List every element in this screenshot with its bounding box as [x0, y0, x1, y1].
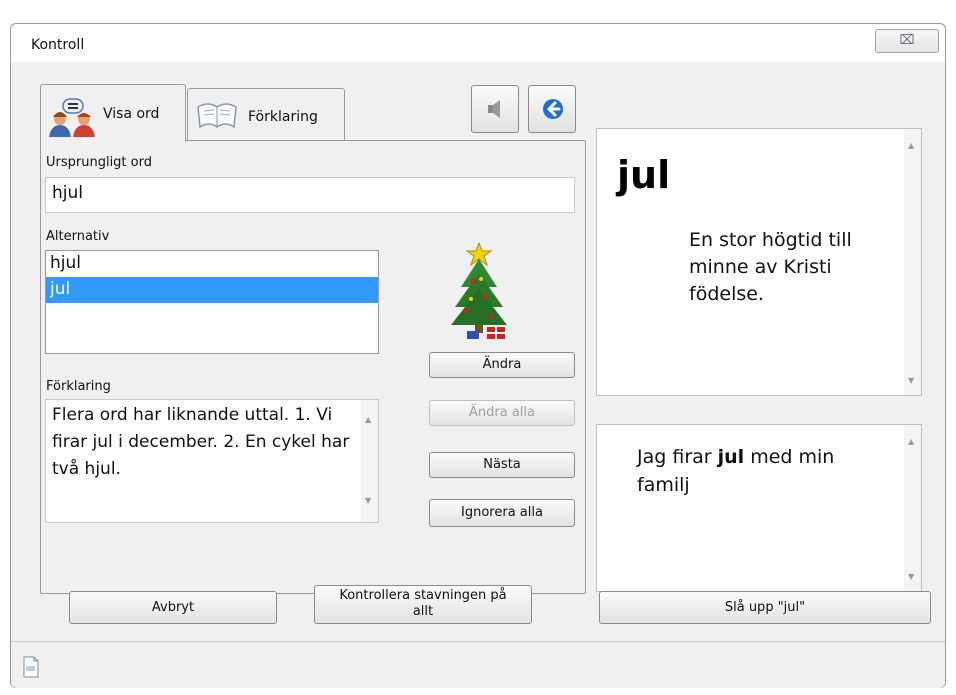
kontrollera-label-line1: Kontrollera stavningen på: [339, 588, 507, 603]
original-word-field[interactable]: hjul: [45, 177, 575, 213]
visa-ord-panel: Ursprungligt ord hjul Alternativ hjul ju…: [40, 140, 586, 594]
tab-forklaring[interactable]: Förklaring: [187, 88, 345, 140]
example-sentence: Jag firar jul med min familj: [637, 443, 887, 499]
definition-word: jul: [617, 153, 671, 197]
andra-button[interactable]: Ändra: [429, 352, 575, 378]
alternatives-list[interactable]: hjul jul: [45, 250, 379, 354]
explanation-scrollbar[interactable]: ▲ ▼: [361, 400, 378, 522]
kontrollera-label-line2: allt: [412, 604, 434, 619]
people-talking-icon: [49, 98, 95, 137]
scroll-up-icon[interactable]: ▲: [365, 406, 371, 433]
scroll-up-icon[interactable]: ▲: [908, 141, 914, 150]
definition-scrollbar[interactable]: ▲ ▼: [904, 129, 921, 395]
close-button[interactable]: ⌧: [875, 29, 939, 53]
scroll-down-icon[interactable]: ▼: [365, 487, 371, 514]
scroll-up-icon[interactable]: ▲: [908, 437, 914, 446]
scroll-down-icon[interactable]: ▼: [908, 572, 914, 581]
explanation-content: Flera ord har liknande uttal. 1. Vi fira…: [52, 405, 350, 479]
dialog-window: Kontroll ⌧ Visa ord Förklaring Ursprungl…: [10, 23, 946, 688]
window-title: Kontroll: [31, 37, 85, 53]
back-arrow-icon: [543, 99, 563, 119]
open-book-icon: [197, 103, 237, 129]
christmas-tree-icon: [451, 241, 507, 339]
document-icon: [23, 656, 39, 678]
original-word-label: Ursprungligt ord: [46, 155, 152, 170]
ignorera-alla-button[interactable]: Ignorera alla: [429, 499, 575, 527]
title-bar: Kontroll ⌧: [11, 24, 945, 62]
speak-button[interactable]: [471, 85, 519, 133]
tab-label-visa-ord: Visa ord: [103, 106, 160, 122]
close-icon: ⌧: [899, 33, 915, 48]
list-item-selected[interactable]: jul: [46, 277, 378, 303]
example-box: Jag firar jul med min familj ▲ ▼: [596, 424, 922, 592]
definition-box: jul En stor högtid till minne av Kristi …: [596, 128, 922, 396]
andra-alla-button[interactable]: Ändra alla: [429, 400, 575, 426]
back-button[interactable]: [528, 85, 576, 133]
list-item[interactable]: hjul: [46, 251, 378, 277]
example-scrollbar[interactable]: ▲ ▼: [904, 425, 921, 591]
speaker-icon: [488, 100, 500, 118]
sla-upp-button[interactable]: Slå upp "jul": [599, 591, 931, 624]
tab-label-forklaring: Förklaring: [248, 109, 318, 125]
definition-text: En stor högtid till minne av Kristi föde…: [689, 229, 852, 305]
alternatives-label: Alternativ: [46, 229, 110, 244]
status-bar: [11, 641, 945, 688]
kontrollera-button[interactable]: Kontrollera stavningen på allt: [314, 585, 532, 624]
explanation-label: Förklaring: [46, 379, 111, 394]
avbryt-button[interactable]: Avbryt: [69, 591, 277, 624]
example-bold-word: jul: [717, 446, 745, 468]
example-before: Jag firar: [637, 446, 718, 468]
scroll-down-icon[interactable]: ▼: [908, 376, 914, 385]
explanation-text[interactable]: Flera ord har liknande uttal. 1. Vi fira…: [45, 399, 379, 523]
nasta-button[interactable]: Nästa: [429, 452, 575, 478]
tab-visa-ord[interactable]: Visa ord: [40, 84, 186, 142]
